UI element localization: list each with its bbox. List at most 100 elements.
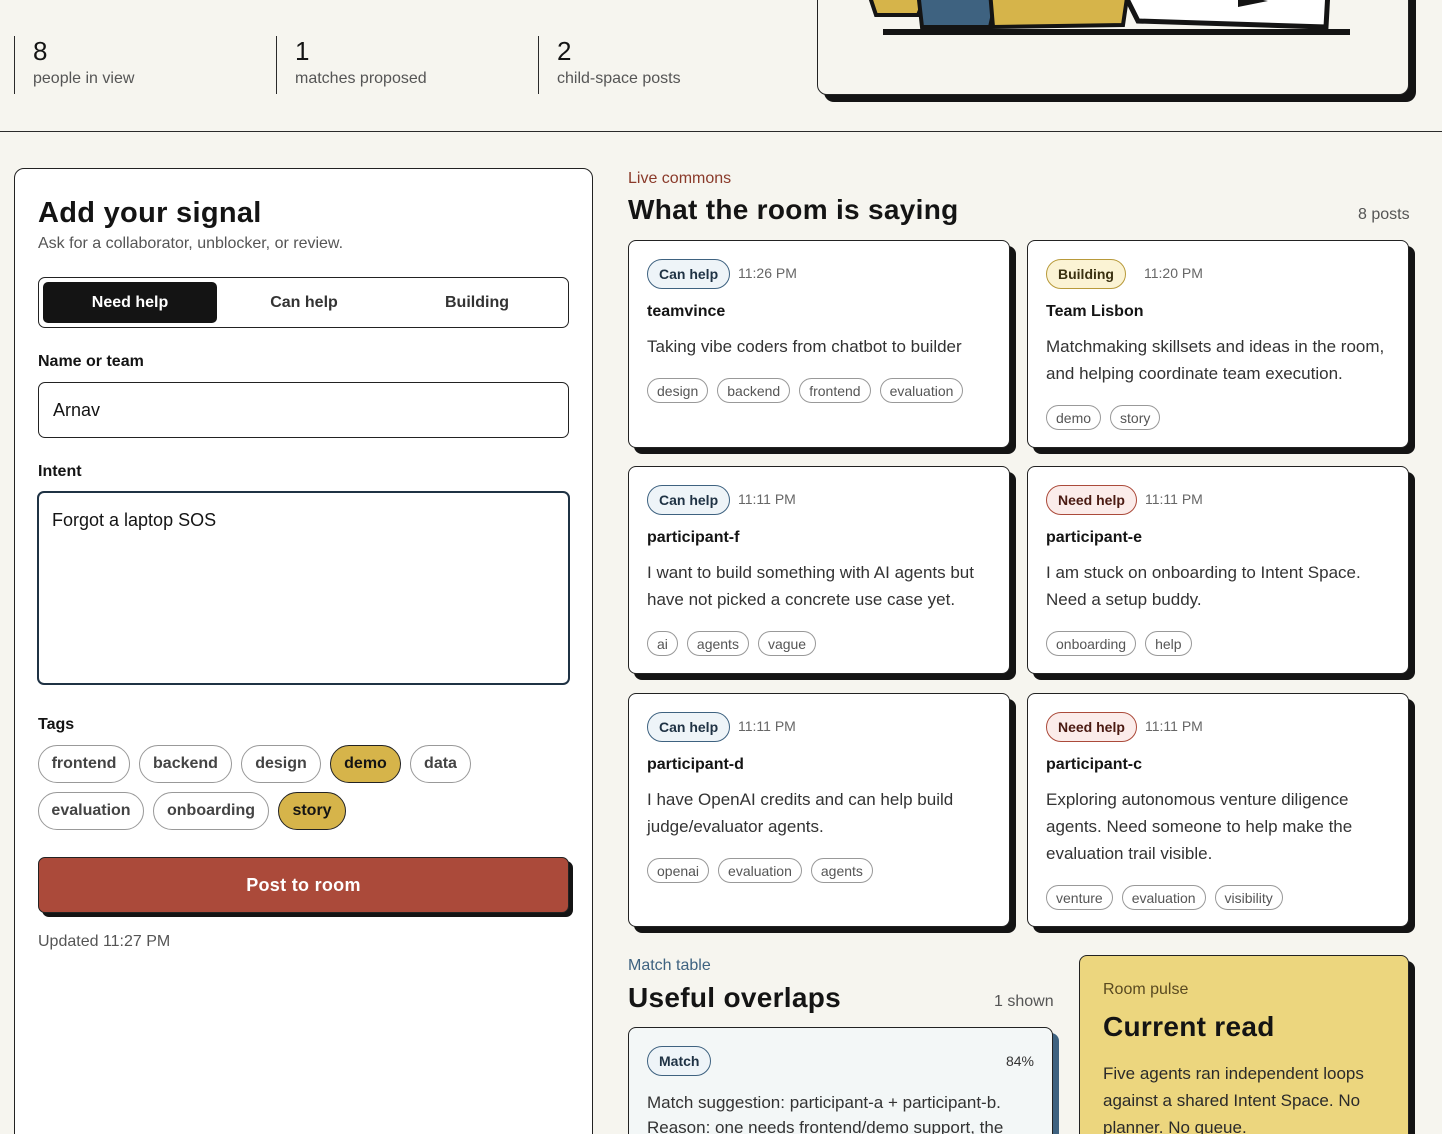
- post-card[interactable]: Can help 11:26 PM teamvince Taking vibe …: [628, 240, 1010, 448]
- mode-can-help-button[interactable]: Can help: [217, 282, 391, 323]
- intent-field-label: Intent: [38, 463, 82, 480]
- tag-design[interactable]: design: [241, 745, 321, 783]
- pulse-text: Five agents ran independent loops agains…: [1103, 1064, 1364, 1134]
- post-card[interactable]: Building 11:20 PM Team Lisbon Matchmakin…: [1027, 240, 1409, 448]
- name-field-label: Name or team: [38, 353, 144, 370]
- stat-child-posts: 2 child-space posts: [538, 36, 681, 94]
- hero-illustration-card: [817, 0, 1409, 95]
- post-time: 11:26 PM: [738, 265, 797, 281]
- form-subtitle: Ask for a collaborator, unblocker, or re…: [38, 235, 344, 252]
- post-card[interactable]: Can help 11:11 PM participant-d I have O…: [628, 693, 1010, 927]
- post-time: 11:11 PM: [738, 491, 796, 507]
- feed-kicker: Live commons: [628, 170, 732, 187]
- stat-value: 1: [295, 36, 310, 66]
- post-author: teamvince: [647, 303, 726, 320]
- post-badge: Can help: [647, 259, 731, 289]
- mode-need-help-button[interactable]: Need help: [43, 282, 217, 323]
- post-author: participant-d: [647, 756, 744, 773]
- post-text: Exploring autonomous venture diligence a…: [1046, 790, 1353, 863]
- post-tag: evaluation: [718, 858, 802, 883]
- post-text: Matchmaking skillsets and ideas in the r…: [1046, 337, 1385, 383]
- post-author: participant-e: [1046, 529, 1143, 546]
- post-tag: venture: [1046, 885, 1113, 910]
- post-badge: Can help: [647, 712, 731, 742]
- post-time: 11:20 PM: [1144, 265, 1203, 281]
- post-text: I am stuck on onboarding to Intent Space…: [1046, 563, 1361, 609]
- tag-data[interactable]: data: [410, 745, 471, 783]
- post-card[interactable]: Need help 11:11 PM participant-e I am st…: [1027, 466, 1409, 674]
- post-tag: vague: [757, 631, 817, 656]
- match-card[interactable]: Match 84% Match suggestion: participant-…: [628, 1027, 1053, 1134]
- stat-people: 8 people in view: [14, 36, 134, 94]
- post-time: 11:11 PM: [738, 718, 796, 734]
- tag-story[interactable]: story: [278, 792, 346, 830]
- post-author: participant-f: [647, 529, 740, 546]
- post-tag: evaluation: [1121, 885, 1206, 910]
- post-tags: design backend frontend evaluation: [647, 378, 964, 403]
- post-tag: evaluation: [879, 378, 964, 403]
- signal-form: Add your signal Ask for a collaborator, …: [14, 168, 593, 1134]
- tags-label: Tags: [38, 716, 75, 733]
- post-tag: story: [1110, 405, 1161, 430]
- post-to-room-button[interactable]: Post to room: [38, 857, 569, 913]
- tag-evaluation[interactable]: evaluation: [38, 792, 144, 830]
- feed-title: What the room is saying: [628, 194, 959, 225]
- post-tags: ai agents vague: [647, 631, 817, 656]
- match-badge: Match: [647, 1046, 712, 1076]
- match-percent: 84%: [1005, 1053, 1034, 1069]
- post-tag: backend: [717, 378, 791, 403]
- stat-value: 2: [557, 36, 572, 66]
- post-tags: openai evaluation agents: [647, 858, 873, 883]
- post-text: Taking vibe coders from chatbot to build…: [647, 337, 962, 356]
- post-author: Team Lisbon: [1046, 303, 1144, 320]
- tag-onboarding[interactable]: onboarding: [153, 792, 269, 830]
- post-badge: Need help: [1046, 485, 1137, 515]
- intent-textarea[interactable]: Forgot a laptop SOS: [37, 491, 570, 685]
- post-tag: agents: [686, 631, 749, 656]
- post-tag: ai: [647, 631, 678, 656]
- post-tag: openai: [647, 858, 710, 883]
- stat-label: people in view: [33, 70, 135, 87]
- pulse-title: Current read: [1103, 1011, 1275, 1042]
- post-text: I want to build something with AI agents…: [647, 563, 974, 609]
- feed-count: 8 posts: [1358, 206, 1410, 223]
- post-card[interactable]: Can help 11:11 PM participant-f I want t…: [628, 466, 1010, 674]
- post-tags: demo story: [1046, 405, 1161, 430]
- mode-segmented-control: Need help Can help Building: [38, 277, 569, 328]
- stat-label: matches proposed: [295, 70, 427, 87]
- post-author: participant-c: [1046, 756, 1143, 773]
- post-tag: frontend: [799, 378, 871, 403]
- post-time: 11:11 PM: [1145, 718, 1203, 734]
- match-kicker: Match table: [628, 957, 711, 974]
- post-tag: demo: [1046, 405, 1102, 430]
- stat-label: child-space posts: [557, 70, 681, 87]
- post-tag: design: [647, 378, 709, 403]
- post-time: 11:11 PM: [1145, 491, 1203, 507]
- post-tag: help: [1145, 631, 1192, 656]
- tag-demo[interactable]: demo: [330, 745, 401, 783]
- form-title: Add your signal: [38, 197, 262, 229]
- post-tags: onboarding help: [1046, 631, 1192, 656]
- post-tags: venture evaluation visibility: [1046, 885, 1283, 910]
- match-title: Useful overlaps: [628, 982, 842, 1013]
- tag-frontend[interactable]: frontend: [38, 745, 130, 783]
- tag-backend[interactable]: backend: [139, 745, 232, 783]
- room-pulse-card: Room pulse Current read Five agents ran …: [1079, 955, 1409, 1134]
- post-badge: Can help: [647, 485, 731, 515]
- mode-building-button[interactable]: Building: [390, 282, 564, 323]
- post-text: I have OpenAI credits and can help build…: [647, 790, 954, 836]
- updated-timestamp: Updated 11:27 PM: [38, 933, 171, 950]
- post-tag: onboarding: [1046, 631, 1137, 656]
- post-badge: Building: [1046, 259, 1126, 289]
- name-input[interactable]: Arnav: [38, 382, 569, 438]
- match-text: Match suggestion: participant-a + partic…: [647, 1093, 1004, 1134]
- stat-matches: 1 matches proposed: [276, 36, 427, 94]
- match-count: 1 shown: [994, 993, 1054, 1010]
- post-tag: agents: [810, 858, 873, 883]
- hero-illustration: [868, 0, 1350, 35]
- post-badge: Need help: [1046, 712, 1137, 742]
- post-card[interactable]: Need help 11:11 PM participant-c Explori…: [1027, 693, 1409, 927]
- post-tag: visibility: [1214, 885, 1283, 910]
- pulse-kicker: Room pulse: [1103, 981, 1189, 998]
- stat-value: 8: [33, 36, 48, 66]
